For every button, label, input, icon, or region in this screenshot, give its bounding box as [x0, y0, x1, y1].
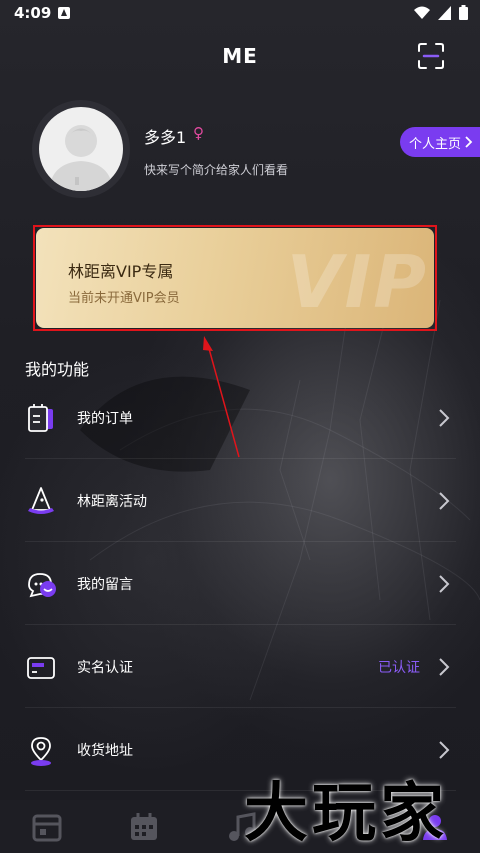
status-bar: 4:09	[0, 0, 480, 28]
home-icon[interactable]	[30, 810, 64, 844]
scan-icon[interactable]	[417, 42, 445, 70]
list-item-activities[interactable]: 林距离活动	[0, 460, 480, 542]
system-icons	[414, 5, 468, 20]
bio-text[interactable]: 快来写个简介给家人们看看	[144, 161, 288, 178]
default-avatar-icon	[49, 125, 113, 191]
list-item-label: 林距离活动	[77, 494, 147, 510]
list-item-label: 我的订单	[77, 411, 133, 427]
id-card-icon	[27, 657, 55, 679]
app-notification-icon	[58, 7, 70, 19]
highlight-box	[33, 225, 437, 331]
avatar-image	[39, 107, 123, 191]
chevron-right-icon	[439, 575, 450, 593]
divider	[25, 624, 456, 625]
homepage-button[interactable]: 个人主页	[400, 127, 480, 157]
chevron-right-icon	[439, 741, 450, 759]
order-icon	[28, 404, 53, 432]
divider	[25, 541, 456, 542]
location-icon	[31, 737, 51, 766]
chevron-right-icon	[439, 658, 450, 676]
message-icon	[28, 573, 56, 598]
list-item-messages[interactable]: 我的留言	[0, 543, 480, 625]
list-item-label: 我的留言	[77, 577, 133, 593]
wifi-icon	[414, 6, 430, 19]
signal-icon	[438, 5, 451, 20]
battery-icon	[459, 5, 468, 20]
watermark: 大玩家	[244, 776, 448, 851]
chevron-right-icon	[439, 492, 450, 510]
list-item-orders[interactable]: 我的订单	[0, 377, 480, 459]
avatar[interactable]	[32, 100, 130, 198]
homepage-button-label: 个人主页	[409, 136, 462, 152]
page-title: ME	[222, 44, 258, 68]
wizard-hat-icon	[28, 487, 54, 514]
female-icon: ♀	[193, 124, 204, 142]
calendar-icon[interactable]	[127, 810, 161, 844]
username: 多多1	[144, 128, 187, 147]
divider	[25, 707, 456, 708]
chevron-right-icon	[439, 409, 450, 427]
chevron-right-icon	[465, 136, 473, 148]
list-item-label: 收货地址	[77, 743, 133, 759]
status-time: 4:09	[14, 4, 52, 22]
divider	[25, 458, 456, 459]
verified-status: 已认证	[378, 660, 420, 676]
list-item-label: 实名认证	[77, 660, 133, 676]
list-item-verification[interactable]: 实名认证 已认证	[0, 626, 480, 708]
